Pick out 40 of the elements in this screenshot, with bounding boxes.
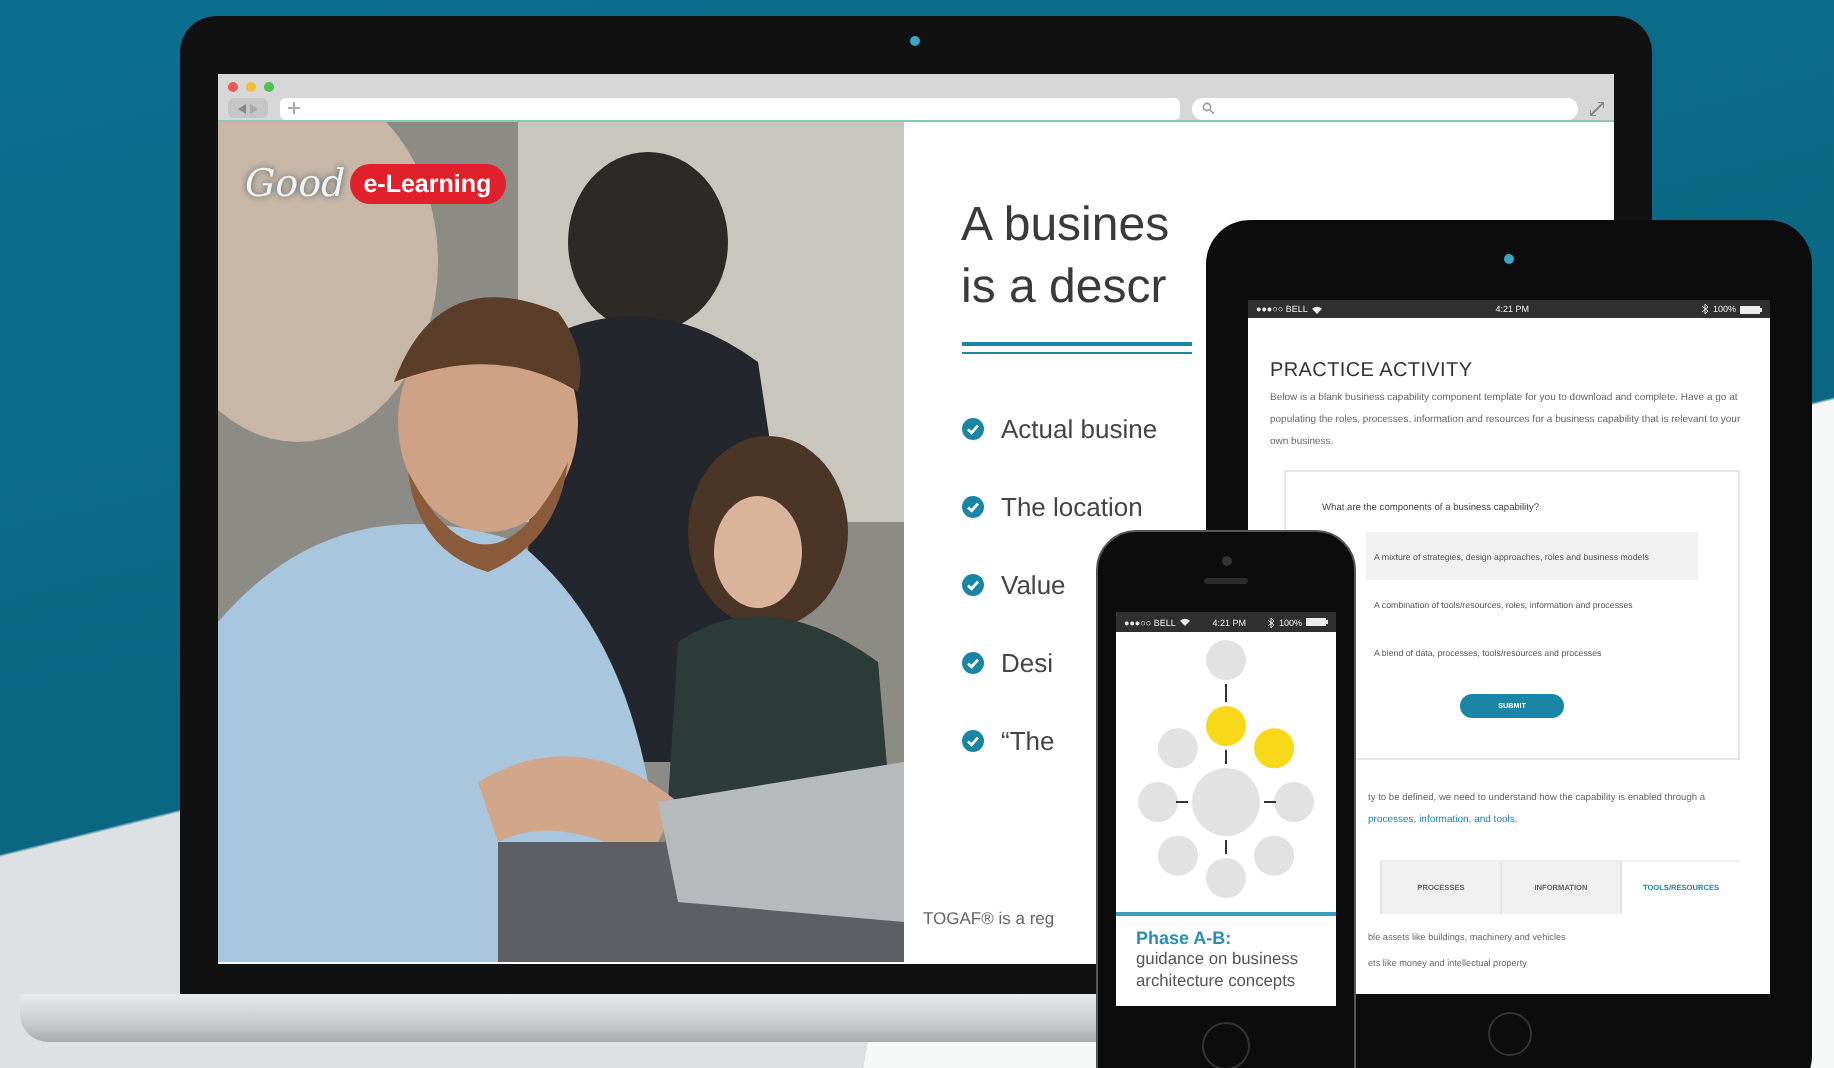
address-field[interactable]	[279, 97, 1179, 119]
camera-icon	[1221, 556, 1231, 566]
home-button[interactable]	[1202, 1022, 1250, 1068]
back-icon[interactable]	[237, 103, 245, 113]
bullet-text: Actual busine	[1001, 414, 1158, 444]
bluetooth-icon	[1268, 617, 1275, 627]
activity-title: PRACTICE ACTIVITY	[1270, 360, 1475, 382]
camera-icon	[1504, 254, 1514, 264]
search-field[interactable]	[1191, 97, 1577, 119]
footnote: TOGAF® is a reg	[923, 908, 1055, 928]
close-icon[interactable]	[227, 81, 237, 91]
caption-title: Phase A-B:	[1136, 928, 1234, 948]
minimize-icon[interactable]	[245, 81, 255, 91]
check-icon	[961, 652, 983, 674]
wifi-icon	[1179, 618, 1190, 626]
check-icon	[961, 496, 983, 518]
check-icon	[961, 418, 983, 440]
logo-word: Good	[245, 162, 346, 206]
expand-icon[interactable]	[1589, 101, 1603, 115]
home-button[interactable]	[1487, 1012, 1531, 1056]
check-icon	[961, 574, 983, 596]
logo-badge: e-Learning	[349, 164, 506, 204]
nav-buttons[interactable]	[227, 98, 267, 118]
bullet-text: The location	[1001, 492, 1143, 522]
bluetooth-icon	[1702, 304, 1709, 314]
bullet-text: Value	[1001, 570, 1066, 600]
check-icon	[961, 730, 983, 752]
bullet-text: “The	[1001, 726, 1055, 756]
battery-icon	[1305, 618, 1328, 626]
caption-text: guidance on business architecture concepts	[1136, 948, 1301, 992]
search-icon	[1201, 102, 1213, 114]
slide-heading: A busines	[961, 196, 1170, 256]
plus-icon[interactable]	[287, 102, 299, 114]
slide-heading: is a descr	[961, 258, 1167, 318]
battery-icon	[1739, 305, 1762, 313]
wifi-icon	[1311, 305, 1322, 313]
camera-icon	[910, 36, 920, 46]
maximize-icon[interactable]	[263, 81, 273, 91]
bullet-text: Desi	[1001, 648, 1054, 678]
forward-icon[interactable]	[249, 103, 257, 113]
